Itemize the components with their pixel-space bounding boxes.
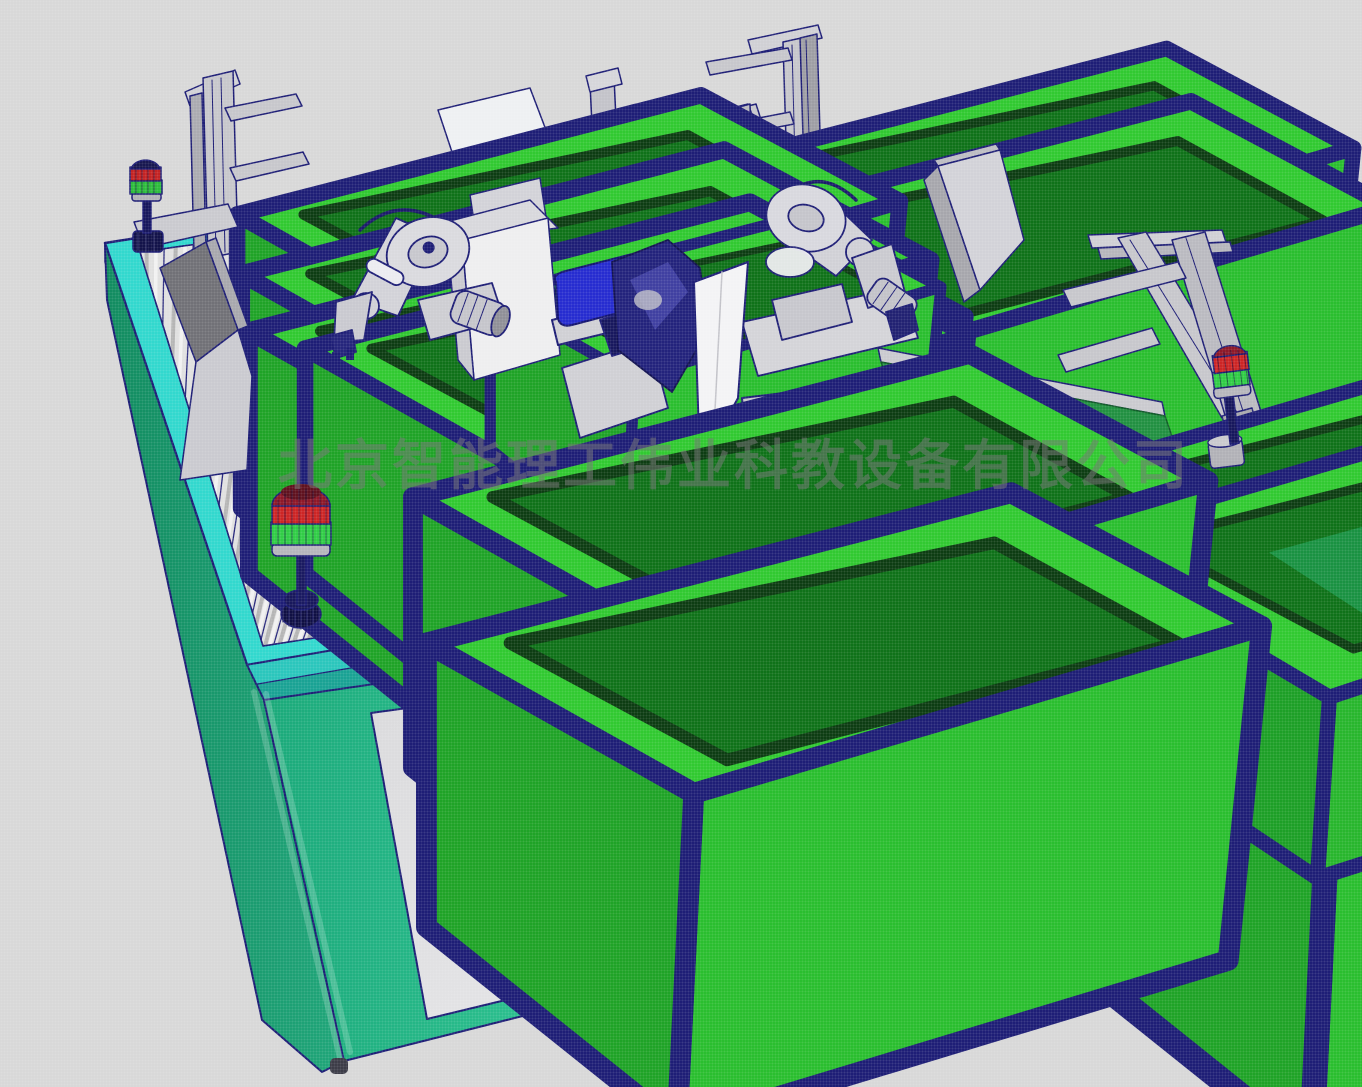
workbench-3d-scene — [0, 0, 1362, 1087]
signal-left-cap — [131, 160, 160, 169]
signal-left-green-segment — [130, 180, 162, 194]
signal-front-red-segment — [272, 504, 330, 524]
signal-front-green-segment — [271, 522, 331, 545]
company-watermark: 北京智能理工伟业科教设备有限公司 — [278, 421, 1238, 500]
caster-front-left — [330, 1058, 348, 1074]
cad-render-stage: 北京智能理工伟业科教设备有限公司 — [0, 0, 1362, 1087]
